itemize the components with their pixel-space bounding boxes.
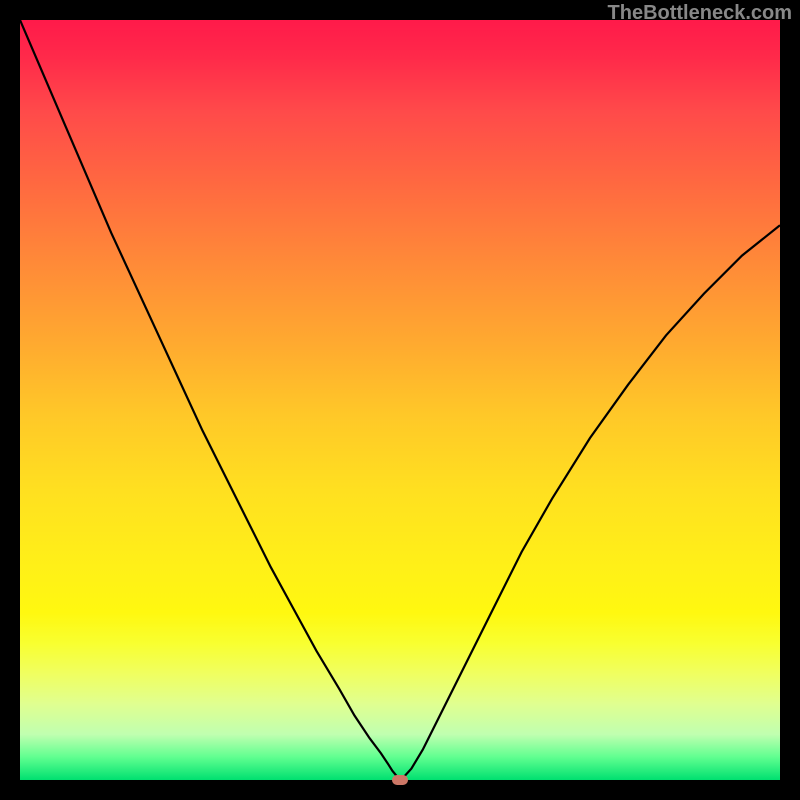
chart-container: TheBottleneck.com [0, 0, 800, 800]
plot-area [20, 20, 780, 780]
watermark-text: TheBottleneck.com [608, 2, 792, 25]
optimum-marker [392, 775, 408, 785]
chart-svg [20, 20, 780, 780]
bottleneck-curve [20, 20, 780, 778]
